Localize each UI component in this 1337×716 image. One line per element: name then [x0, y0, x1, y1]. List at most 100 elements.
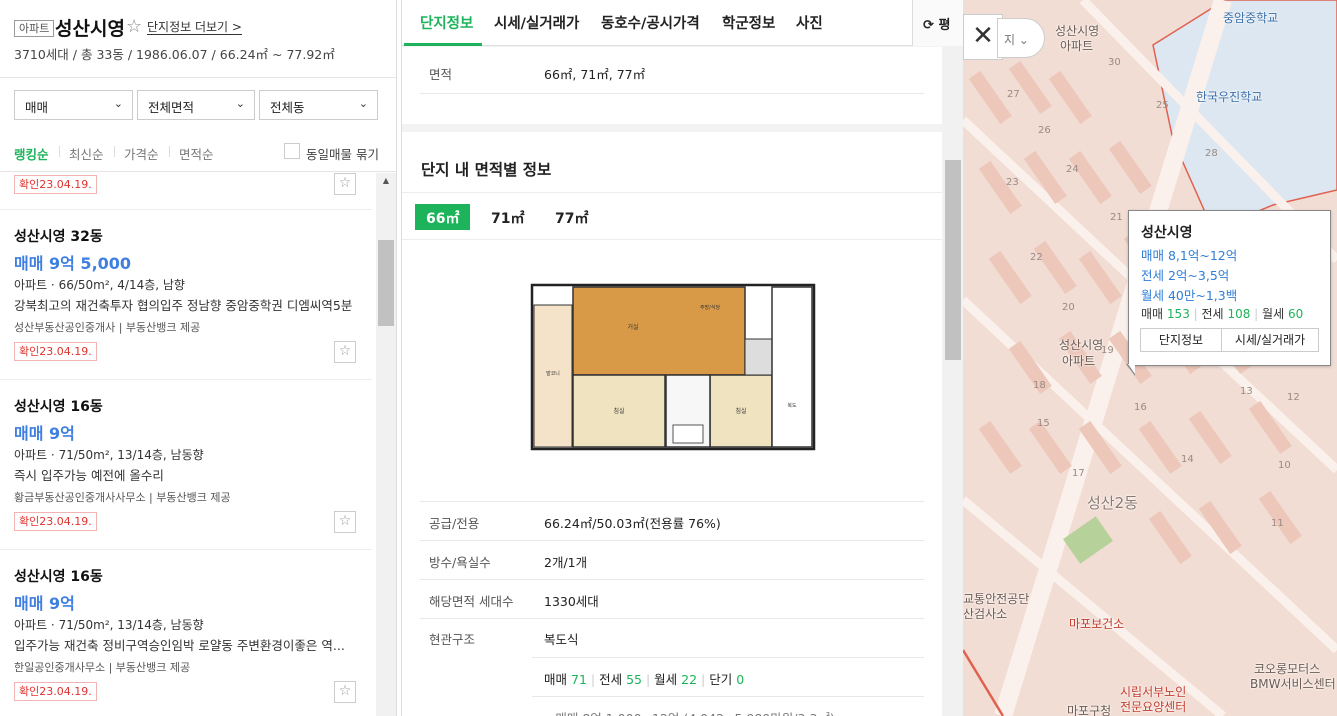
- favorite-star-icon[interactable]: ☆: [334, 341, 356, 363]
- popup-count-jeonse-label: 전세: [1201, 307, 1224, 321]
- favorite-star-icon[interactable]: ☆: [334, 511, 356, 533]
- popup-price-button[interactable]: 시세/실거래가: [1221, 328, 1319, 352]
- trade-type-filter[interactable]: 매매 ⌄: [14, 90, 133, 120]
- popup-count-jeonse[interactable]: 108: [1227, 307, 1250, 321]
- complex-header: 아파트 성산시영 ☆ 단지정보 더보기 > 3710세대 / 총 33동 / 1…: [0, 0, 396, 78]
- area-tab-77[interactable]: 77㎡: [544, 204, 599, 230]
- detail-scrollbar[interactable]: [943, 46, 963, 716]
- tab-photos[interactable]: 사진: [796, 12, 823, 33]
- divider: [420, 93, 924, 94]
- map-view[interactable]: ✕ 지 ⌄ 중암중학교 한국우진학교 성산시영 아파트 성산시영 아파트 성산2…: [963, 0, 1337, 716]
- item-price: 매매 9억 5,000: [14, 254, 132, 273]
- divider: |: [701, 672, 710, 687]
- group-checkbox[interactable]: [284, 143, 300, 159]
- confirm-badge: 확인23.04.19.: [14, 342, 97, 361]
- map-label-apartment-sub: 아파트: [1062, 354, 1096, 368]
- divider: |: [645, 672, 655, 687]
- favorite-star-icon[interactable]: ☆: [334, 173, 356, 195]
- chevron-down-icon: ⌄: [358, 97, 368, 110]
- list-item[interactable]: 성산시영 32동 매매 9억 5,000 아파트 · 66/50m², 4/14…: [0, 210, 372, 380]
- list-item[interactable]: 성산시영 16동 매매 9억 아파트 · 71/50m², 13/14층, 남동…: [0, 380, 372, 550]
- more-info-link[interactable]: 단지정보 더보기 >: [147, 21, 242, 35]
- complex-summary: 3710세대 / 총 33동 / 1986.06.07 / 66.24㎡ ~ 7…: [14, 47, 335, 62]
- sort-ranking[interactable]: 랭킹순: [14, 144, 49, 163]
- item-spec: 아파트 · 71/50m², 13/14층, 남동향: [14, 448, 204, 462]
- room-label: 침실: [613, 407, 624, 415]
- count-sale[interactable]: 71: [571, 672, 587, 687]
- popup-tail: [1128, 364, 1135, 374]
- map-select-label: 지: [1004, 33, 1016, 47]
- tab-school[interactable]: 학군정보: [722, 12, 775, 33]
- filter-label: 전체면적: [148, 100, 195, 115]
- divider: [532, 696, 924, 697]
- favorite-star-icon[interactable]: ☆: [126, 16, 142, 37]
- area-tab-66[interactable]: 66㎡: [415, 204, 471, 230]
- building-number: 10: [1278, 460, 1291, 471]
- confirm-badge: 확인23.04.19.: [14, 512, 97, 531]
- popup-count-sale[interactable]: 153: [1167, 307, 1190, 321]
- tab-price[interactable]: 시세/실거래가: [494, 12, 579, 33]
- list-scrollbar[interactable]: ▲: [376, 173, 396, 716]
- room-label: 침실: [735, 407, 746, 415]
- divider: |: [590, 672, 600, 687]
- list-item[interactable]: 성산시영 16동 매매 9억 아파트 · 71/50m², 13/14층, 남동…: [0, 550, 372, 716]
- tab-complex-info[interactable]: 단지정보: [420, 12, 473, 33]
- sort-price[interactable]: 가격순: [124, 144, 159, 163]
- popup-complex-info-button[interactable]: 단지정보: [1140, 328, 1222, 352]
- confirm-badge: 확인23.04.19.: [14, 682, 97, 701]
- count-sale-label: 매매: [544, 672, 568, 687]
- area-tab-71[interactable]: 71㎡: [480, 204, 535, 230]
- detail-value: 복도식: [544, 632, 579, 647]
- floorplan-image: 거실 주방/식당 침실 침실 발코니 복도: [530, 283, 816, 451]
- dong-filter[interactable]: 전체동 ⌄: [259, 90, 378, 120]
- map-label-post: 한국우진학교: [1196, 90, 1263, 104]
- detail-value: 2개/1개: [544, 555, 588, 570]
- count-jeonse[interactable]: 55: [626, 672, 642, 687]
- confirm-badge: 확인23.04.19.: [14, 175, 97, 194]
- count-monthly[interactable]: 22: [681, 672, 697, 687]
- map-layer-select[interactable]: 지 ⌄: [997, 18, 1045, 58]
- section-title: 단지 내 면적별 정보: [421, 161, 552, 179]
- map-label-apartment[interactable]: 성산시영: [1059, 336, 1103, 353]
- sort-latest[interactable]: 최신순: [69, 144, 104, 163]
- item-spec: 아파트 · 71/50m², 13/14층, 남동향: [14, 618, 204, 632]
- type-badge: 아파트: [14, 20, 55, 37]
- popup-jeonse-range: 전세 2억~3,5억: [1141, 268, 1230, 283]
- tab-unit-price[interactable]: 동호수/공시가격: [601, 12, 700, 33]
- item-title: 성산시영 32동: [14, 229, 103, 245]
- divider: [532, 657, 924, 658]
- item-desc: 즉시 입주가능 예전에 올수리: [14, 468, 164, 483]
- chevron-down-icon: ⌄: [235, 97, 245, 110]
- divider: |: [1193, 307, 1202, 321]
- sort-area[interactable]: 면적순: [179, 144, 214, 163]
- detail-label: 현관구조: [429, 632, 476, 647]
- item-desc: 입주가능 재건축 정비구역승인임박 로얄동 주변환경이좋은 역...: [14, 638, 345, 653]
- chevron-down-icon: ⌄: [1018, 33, 1029, 47]
- building-number: 23: [1006, 177, 1019, 188]
- detail-label: 해당면적 세대수: [429, 594, 514, 609]
- favorite-star-icon[interactable]: ☆: [334, 681, 356, 703]
- area-tabbar: 66㎡ 71㎡ 77㎡: [402, 192, 942, 240]
- building-number: 22: [1030, 252, 1043, 263]
- pyeong-label: 평: [938, 18, 951, 33]
- count-jeonse-label: 전세: [599, 672, 623, 687]
- pyeong-toggle[interactable]: ⟳ 평: [912, 0, 963, 46]
- list-item[interactable]: 확인23.04.19. ☆: [0, 173, 372, 210]
- building-number: 19: [1101, 345, 1114, 356]
- area-filter[interactable]: 전체면적 ⌄: [137, 90, 255, 120]
- popup-count-monthly[interactable]: 60: [1288, 307, 1303, 321]
- building-number: 11: [1271, 518, 1284, 529]
- map-label-health: 마포보건소: [1069, 617, 1125, 631]
- scroll-up-icon[interactable]: ▲: [376, 176, 396, 185]
- divider: |: [1254, 307, 1263, 321]
- scroll-thumb[interactable]: [378, 240, 394, 326]
- scroll-thumb[interactable]: [945, 160, 961, 360]
- detail-value: 66.24㎡/50.03㎡(전용률 76%): [544, 516, 721, 531]
- room-label: 주방/식당: [700, 304, 720, 311]
- sort-row: 랭킹순 최신순 가격순 면적순 동일매물 묶기: [0, 132, 396, 172]
- count-short[interactable]: 0: [736, 672, 744, 687]
- filter-label: 매매: [25, 100, 49, 115]
- building-number: 20: [1062, 302, 1075, 313]
- room-label: 복도: [787, 403, 797, 409]
- divider: [114, 146, 115, 157]
